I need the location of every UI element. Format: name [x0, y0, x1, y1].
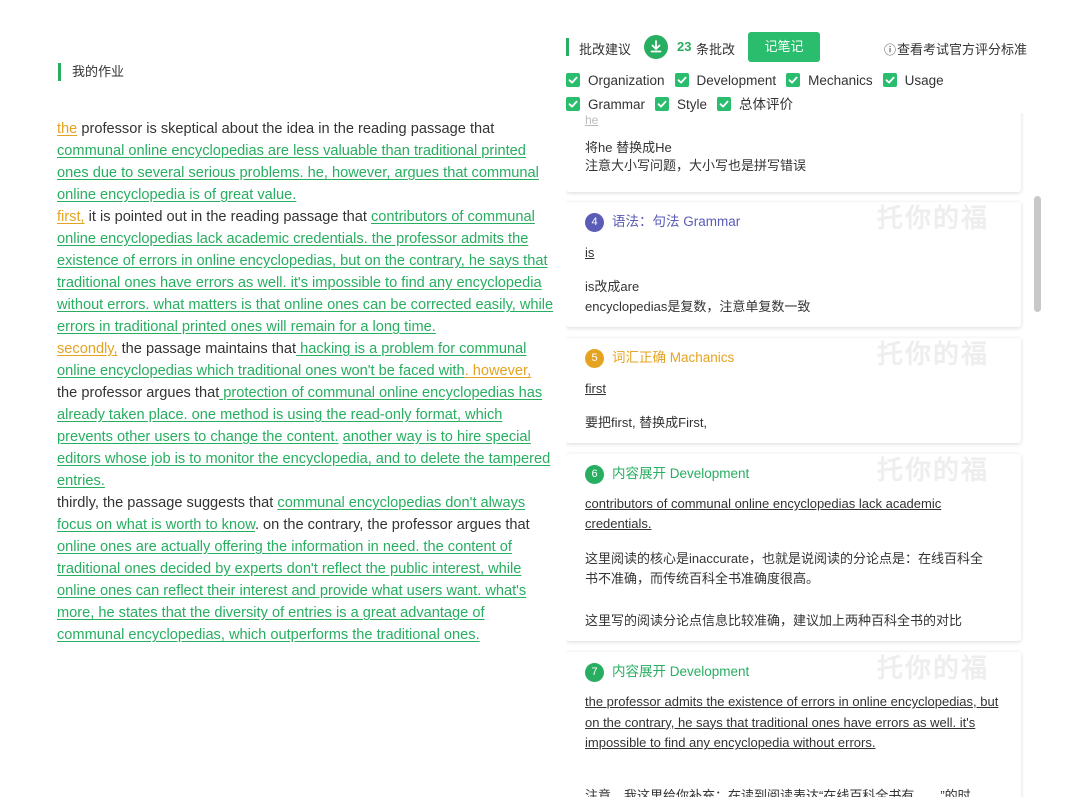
- filter-grammar[interactable]: Grammar: [566, 97, 645, 112]
- card-quote: is: [585, 245, 595, 260]
- card-line: 要把first, 替换成First,: [585, 415, 708, 430]
- checkbox-checked-icon[interactable]: [786, 73, 801, 87]
- essay-highlight[interactable]: first,: [57, 209, 85, 225]
- card-paragraph: 注意，我这里给你补充：在读到阅读表达“在线百科全书有……”的时: [585, 788, 971, 797]
- checkbox-checked-icon[interactable]: [655, 97, 669, 111]
- checkbox-checked-icon[interactable]: [566, 73, 580, 87]
- card-number-badge: 6: [585, 465, 604, 484]
- filter-row-1: Organization Development Mechanics Usage: [566, 73, 1046, 93]
- essay-text: the professor is skeptical about the ide…: [57, 118, 554, 646]
- card-paragraph: 这里阅读的核心是inaccurate，也就是说阅读的分论点是：在线百科全书不准确…: [585, 551, 983, 586]
- my-homework-title: 我的作业: [58, 63, 124, 81]
- correction-title: 批改建议: [579, 42, 632, 57]
- watermark-logo: 托你的福: [876, 203, 989, 233]
- correction-count: 23: [677, 39, 692, 54]
- card-quote: contributors of communal online encyclop…: [585, 496, 942, 531]
- watermark-logo: 托你的福: [876, 455, 989, 485]
- filter-label: Development: [696, 73, 777, 88]
- filter-label: Mechanics: [808, 73, 873, 88]
- card-category: 词汇正确 Machanics: [612, 350, 735, 365]
- take-notes-button[interactable]: 记笔记: [748, 32, 820, 62]
- filter-label: Usage: [904, 73, 944, 88]
- watermark-logo: 托你的福: [876, 653, 989, 683]
- filter-organization[interactable]: Organization: [566, 73, 665, 88]
- card-line: encyclopedias是复数，注意单复数一致: [585, 299, 811, 314]
- card-header: 4 语法：句法 Grammar: [585, 212, 740, 232]
- essay-segment: it is pointed out in the reading passage…: [84, 209, 371, 225]
- filter-style[interactable]: Style: [655, 97, 707, 112]
- filter-label: Style: [677, 97, 708, 112]
- scrollbar-thumb[interactable]: [1034, 196, 1041, 312]
- card-header: 5 词汇正确 Machanics: [585, 348, 734, 368]
- filter-label: Grammar: [588, 97, 645, 112]
- card-paragraph: 这里写的阅读分论点信息比较准确，建议加上两种百科全书的对比: [585, 613, 963, 628]
- card-quote: first: [585, 381, 606, 396]
- card-quote: the professor admits the existence of er…: [585, 694, 999, 751]
- filter-label: Organization: [588, 73, 665, 88]
- card-number-badge: 4: [585, 213, 604, 232]
- correction-card[interactable]: 托你的福 7 内容展开 Development the professor adm…: [566, 652, 1021, 797]
- filter-总体评价[interactable]: 总体评价: [717, 93, 793, 113]
- essay-segment: professor is skeptical about the idea in…: [77, 121, 495, 137]
- official-criteria-link[interactable]: ⓘ查看考试官方评分标准: [884, 39, 1027, 58]
- checkbox-checked-icon[interactable]: [717, 97, 732, 111]
- correction-card[interactable]: he 将he 替换成He 注意大小写问题，大小写也是拼写错误: [566, 113, 1021, 192]
- correction-count-label: 条批改: [696, 42, 736, 57]
- download-icon[interactable]: [644, 35, 668, 59]
- card-number-badge: 5: [585, 349, 604, 368]
- essay-highlight[interactable]: contributors of communal online encyclop…: [57, 209, 553, 335]
- card-quote: he: [585, 113, 599, 127]
- card-category: 语法：句法 Grammar: [612, 214, 741, 229]
- header-accent-bar: [566, 38, 569, 56]
- checkbox-checked-icon[interactable]: [566, 97, 580, 111]
- essay-segment: the passage maintains that: [117, 341, 297, 357]
- essay-highlight[interactable]: the: [57, 121, 77, 137]
- card-line: is改成are: [585, 279, 640, 294]
- essay-segment: thirdly, the passage suggests that: [57, 495, 278, 511]
- filter-label: 总体评价: [739, 97, 794, 112]
- correction-header: 批改建议 23 条批改 记笔记 ⓘ查看考试官方评分标准: [566, 32, 1046, 62]
- essay-highlight[interactable]: . however,: [465, 363, 532, 379]
- card-line: 注意大小写问题，大小写也是拼写错误: [585, 158, 807, 173]
- essay-highlight[interactable]: communal online encyclopedias are less v…: [57, 143, 539, 203]
- correction-card[interactable]: 托你的福 5 词汇正确 Machanics first 要把first, 替换成F…: [566, 338, 1021, 443]
- watermark-logo: 托你的福: [876, 339, 989, 369]
- card-header: 6 内容展开 Development: [585, 464, 749, 484]
- filter-development[interactable]: Development: [674, 73, 777, 88]
- card-category: 内容展开 Development: [612, 664, 750, 679]
- correction-list[interactable]: he 将he 替换成He 注意大小写问题，大小写也是拼写错误 托你的福 4 语法：…: [566, 113, 1044, 797]
- correction-card[interactable]: 托你的福 4 语法：句法 Grammar is is改成are encyclope…: [566, 202, 1021, 327]
- essay-segment: . on the contrary, the professor argues …: [254, 517, 530, 533]
- card-category: 内容展开 Development: [612, 466, 750, 481]
- card-header: 7 内容展开 Development: [585, 662, 749, 682]
- filter-row-2: Grammar Style 总体评价: [566, 93, 1046, 113]
- essay-highlight[interactable]: online ones are actually offering the in…: [57, 539, 526, 643]
- essay-highlight[interactable]: secondly,: [57, 341, 118, 357]
- essay-segment: the professor argues that: [57, 385, 220, 401]
- official-criteria-label: 查看考试官方评分标准: [897, 42, 1028, 57]
- correction-card[interactable]: 托你的福 6 内容展开 Development contributors of c…: [566, 454, 1021, 641]
- info-icon: ⓘ: [884, 43, 897, 57]
- category-filters: Organization Development Mechanics Usage Gr…: [566, 73, 1046, 113]
- checkbox-checked-icon[interactable]: [882, 73, 897, 87]
- card-line: 将he 替换成He: [585, 140, 672, 155]
- filter-mechanics[interactable]: Mechanics: [786, 73, 873, 88]
- filter-usage[interactable]: Usage: [882, 73, 944, 88]
- card-number-badge: 7: [585, 663, 604, 682]
- checkbox-checked-icon[interactable]: [674, 73, 689, 87]
